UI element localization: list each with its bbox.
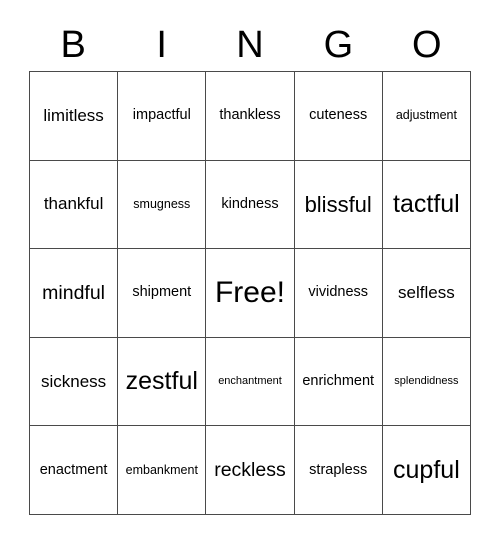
bingo-cell-label: kindness	[221, 195, 279, 212]
bingo-cell-r4-c2[interactable]: zestful	[118, 337, 207, 427]
bingo-cell-r3-c2[interactable]: shipment	[118, 249, 207, 338]
bingo-cell-r4-c3[interactable]: enchantment	[206, 337, 295, 427]
bingo-cell-r3-c4[interactable]: vividness	[294, 249, 383, 338]
bingo-cell-r1-c5[interactable]: adjustment	[382, 72, 471, 161]
bingo-cell-r4-c5[interactable]: splendidness	[382, 337, 471, 427]
bingo-cell-label: enchantment	[218, 374, 282, 387]
bingo-cell-r3-c1[interactable]: mindful	[30, 249, 119, 338]
bingo-cell-label: impactful	[132, 107, 191, 124]
bingo-header-row: BINGO	[29, 18, 471, 71]
bingo-cell-r5-c3[interactable]: reckless	[206, 426, 295, 515]
bingo-header-letter-o: O	[412, 23, 442, 66]
bingo-cell-r3-c5[interactable]: selfless	[382, 249, 471, 338]
bingo-header-letter-n: N	[236, 23, 264, 66]
bingo-cell-label: blissful	[304, 191, 372, 217]
bingo-grid: limitless impactful thankless cuteness adjus…	[29, 71, 471, 515]
bingo-cell-label: selfless	[398, 283, 455, 303]
bingo-cell-label: sickness	[41, 371, 107, 391]
bingo-cell-label: shipment	[132, 284, 192, 301]
bingo-cell-label: enactment	[39, 461, 108, 478]
bingo-cell-r2-c2[interactable]: smugness	[118, 160, 207, 250]
bingo-free-space-label: Free!	[214, 276, 285, 310]
bingo-cell-r2-c4[interactable]: blissful	[294, 160, 383, 250]
bingo-cell-r5-c2[interactable]: embankment	[118, 426, 207, 515]
bingo-cell-label: enrichment	[302, 372, 375, 389]
bingo-header-letter-b: B	[60, 23, 86, 66]
bingo-cell-label: thankless	[219, 107, 281, 124]
bingo-cell-r5-c1[interactable]: enactment	[30, 426, 119, 515]
bingo-cell-r2-c3[interactable]: kindness	[206, 160, 295, 250]
bingo-card: B I N G O limitless impactful thankless cutenes…	[0, 0, 500, 544]
bingo-cell-r2-c1[interactable]: thankful	[30, 160, 119, 250]
bingo-cell-label: tactful	[393, 190, 460, 219]
bingo-cell-r1-c1[interactable]: limitless	[30, 72, 119, 161]
bingo-header-letter-g: G	[323, 23, 354, 66]
bingo-cell-label: splendidness	[394, 374, 459, 387]
bingo-cell-r4-c4[interactable]: enrichment	[294, 337, 383, 427]
bingo-cell-r1-c4[interactable]: cuteness	[294, 72, 383, 161]
bingo-cell-r2-c5[interactable]: tactful	[382, 160, 471, 250]
bingo-cell-r1-c2[interactable]: impactful	[118, 72, 207, 161]
bingo-cell-label: thankful	[43, 194, 104, 214]
bingo-cell-label: smugness	[133, 196, 191, 211]
bingo-cell-label: limitless	[43, 105, 104, 125]
bingo-cell-label: strapless	[309, 461, 368, 478]
bingo-cell-r1-c3[interactable]: thankless	[206, 72, 295, 161]
bingo-cell-r5-c5[interactable]: cupful	[382, 426, 471, 515]
bingo-header-letter-i: I	[156, 23, 167, 66]
bingo-cell-label: vividness	[308, 284, 369, 301]
bingo-cell-label: mindful	[42, 281, 106, 304]
bingo-cell-label: reckless	[214, 458, 286, 481]
bingo-free-space-cell[interactable]: Free!	[206, 249, 295, 338]
bingo-cell-r4-c1[interactable]: sickness	[30, 337, 119, 427]
bingo-cell-label: zestful	[125, 367, 198, 396]
bingo-cell-label: cupful	[393, 456, 460, 485]
bingo-cell-r5-c4[interactable]: strapless	[294, 426, 383, 515]
bingo-cell-label: embankment	[125, 462, 198, 477]
bingo-cell-label: adjustment	[395, 108, 457, 123]
bingo-cell-label: cuteness	[309, 107, 368, 124]
